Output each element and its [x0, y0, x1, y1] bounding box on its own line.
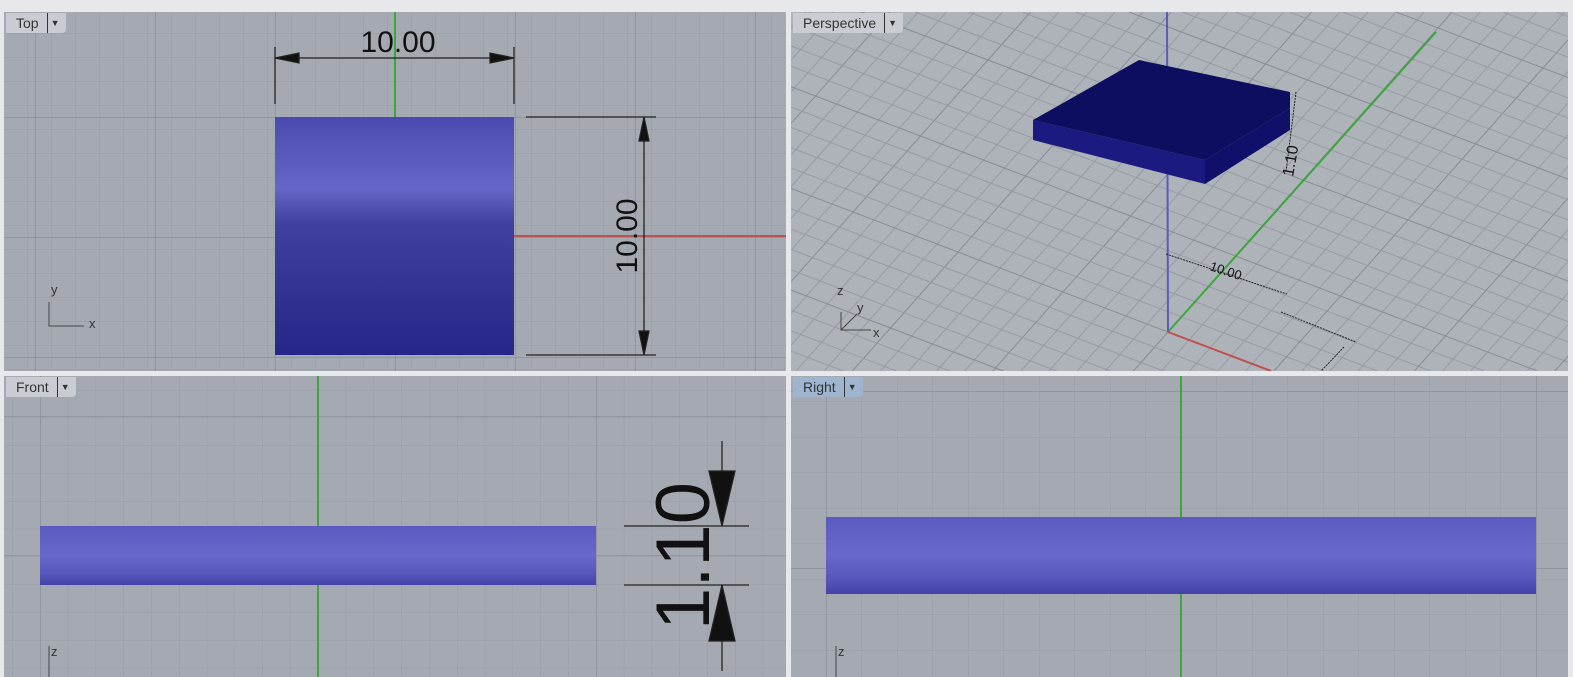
axis-label-z: z	[837, 283, 844, 298]
grid-line	[823, 12, 1144, 371]
viewport-tab-top[interactable]: Top ▼	[6, 13, 66, 33]
perspective-grid	[791, 12, 1568, 371]
dropdown-arrow-icon[interactable]: ▼	[884, 13, 897, 33]
box-object	[275, 117, 514, 355]
viewport-label: Top	[16, 15, 39, 31]
viewport-tab-perspective[interactable]: Perspective ▼	[793, 13, 904, 33]
grid-line	[908, 12, 1228, 371]
axis-label-x: x	[873, 325, 880, 340]
dropdown-arrow-icon[interactable]: ▼	[46, 13, 60, 33]
grid-line	[1189, 12, 1509, 371]
box-object	[40, 526, 596, 585]
grid-line	[791, 12, 975, 219]
viewport-top[interactable]: Top ▼ 10.00 10.00 y x	[4, 12, 786, 371]
thickness-dimension-text: 1.10	[641, 482, 726, 630]
grid-line	[1357, 134, 1568, 371]
viewport-perspective[interactable]: Perspective ▼ 10.00 1.10 z y x	[791, 12, 1568, 371]
top-view-canvas	[4, 12, 786, 371]
grid-line	[791, 12, 947, 188]
grid-line	[791, 289, 1004, 371]
axis-label-z: z	[51, 644, 58, 659]
viewport-tab-right[interactable]: Right ▼	[793, 377, 863, 397]
grid-line	[791, 12, 919, 156]
perspective-width-dimension-text: 10.00	[1208, 259, 1244, 283]
grid-line	[791, 208, 1218, 371]
grid-line	[1342, 12, 1568, 99]
viewport-label: Front	[16, 379, 49, 395]
grid-line	[1395, 12, 1568, 78]
viewport-tab-front[interactable]: Front ▼	[6, 377, 76, 397]
axis-label-z: z	[838, 644, 845, 659]
box-object	[826, 517, 1536, 594]
grid-line	[791, 228, 1164, 371]
grid-line	[1442, 229, 1568, 371]
grid-line	[1385, 166, 1568, 371]
front-view-canvas: 1.10 z	[4, 376, 786, 677]
viewport-right[interactable]: Right ▼ z	[791, 376, 1568, 677]
dropdown-arrow-icon[interactable]: ▼	[56, 377, 70, 397]
grid-line	[1048, 12, 1369, 371]
grid-line	[791, 269, 1057, 371]
grid-line	[1526, 324, 1568, 371]
right-view-canvas: z	[791, 376, 1568, 677]
grid-line	[1161, 12, 1481, 371]
grid-line	[791, 12, 1003, 251]
grid-line	[1273, 39, 1568, 371]
grid-line	[1498, 292, 1568, 371]
perspective-canvas: 10.00 1.10 z y x	[791, 12, 1568, 371]
grid-line	[1301, 71, 1568, 371]
grid-line	[1502, 12, 1568, 38]
grid-line	[1449, 12, 1568, 58]
viewport-front[interactable]: Front ▼ 1.10 z	[4, 376, 786, 677]
grid-line	[1414, 197, 1568, 371]
grid-line	[936, 12, 1256, 371]
viewport-label: Perspective	[803, 15, 877, 31]
grid-line	[791, 330, 897, 371]
axis-label-y: y	[857, 300, 864, 315]
grid-line	[1556, 12, 1568, 17]
viewport-label: Right	[803, 379, 836, 395]
grid-line	[791, 248, 1111, 371]
perspective-thickness-dimension-text: 1.10	[1280, 144, 1302, 178]
dropdown-arrow-icon[interactable]: ▼	[843, 377, 857, 397]
